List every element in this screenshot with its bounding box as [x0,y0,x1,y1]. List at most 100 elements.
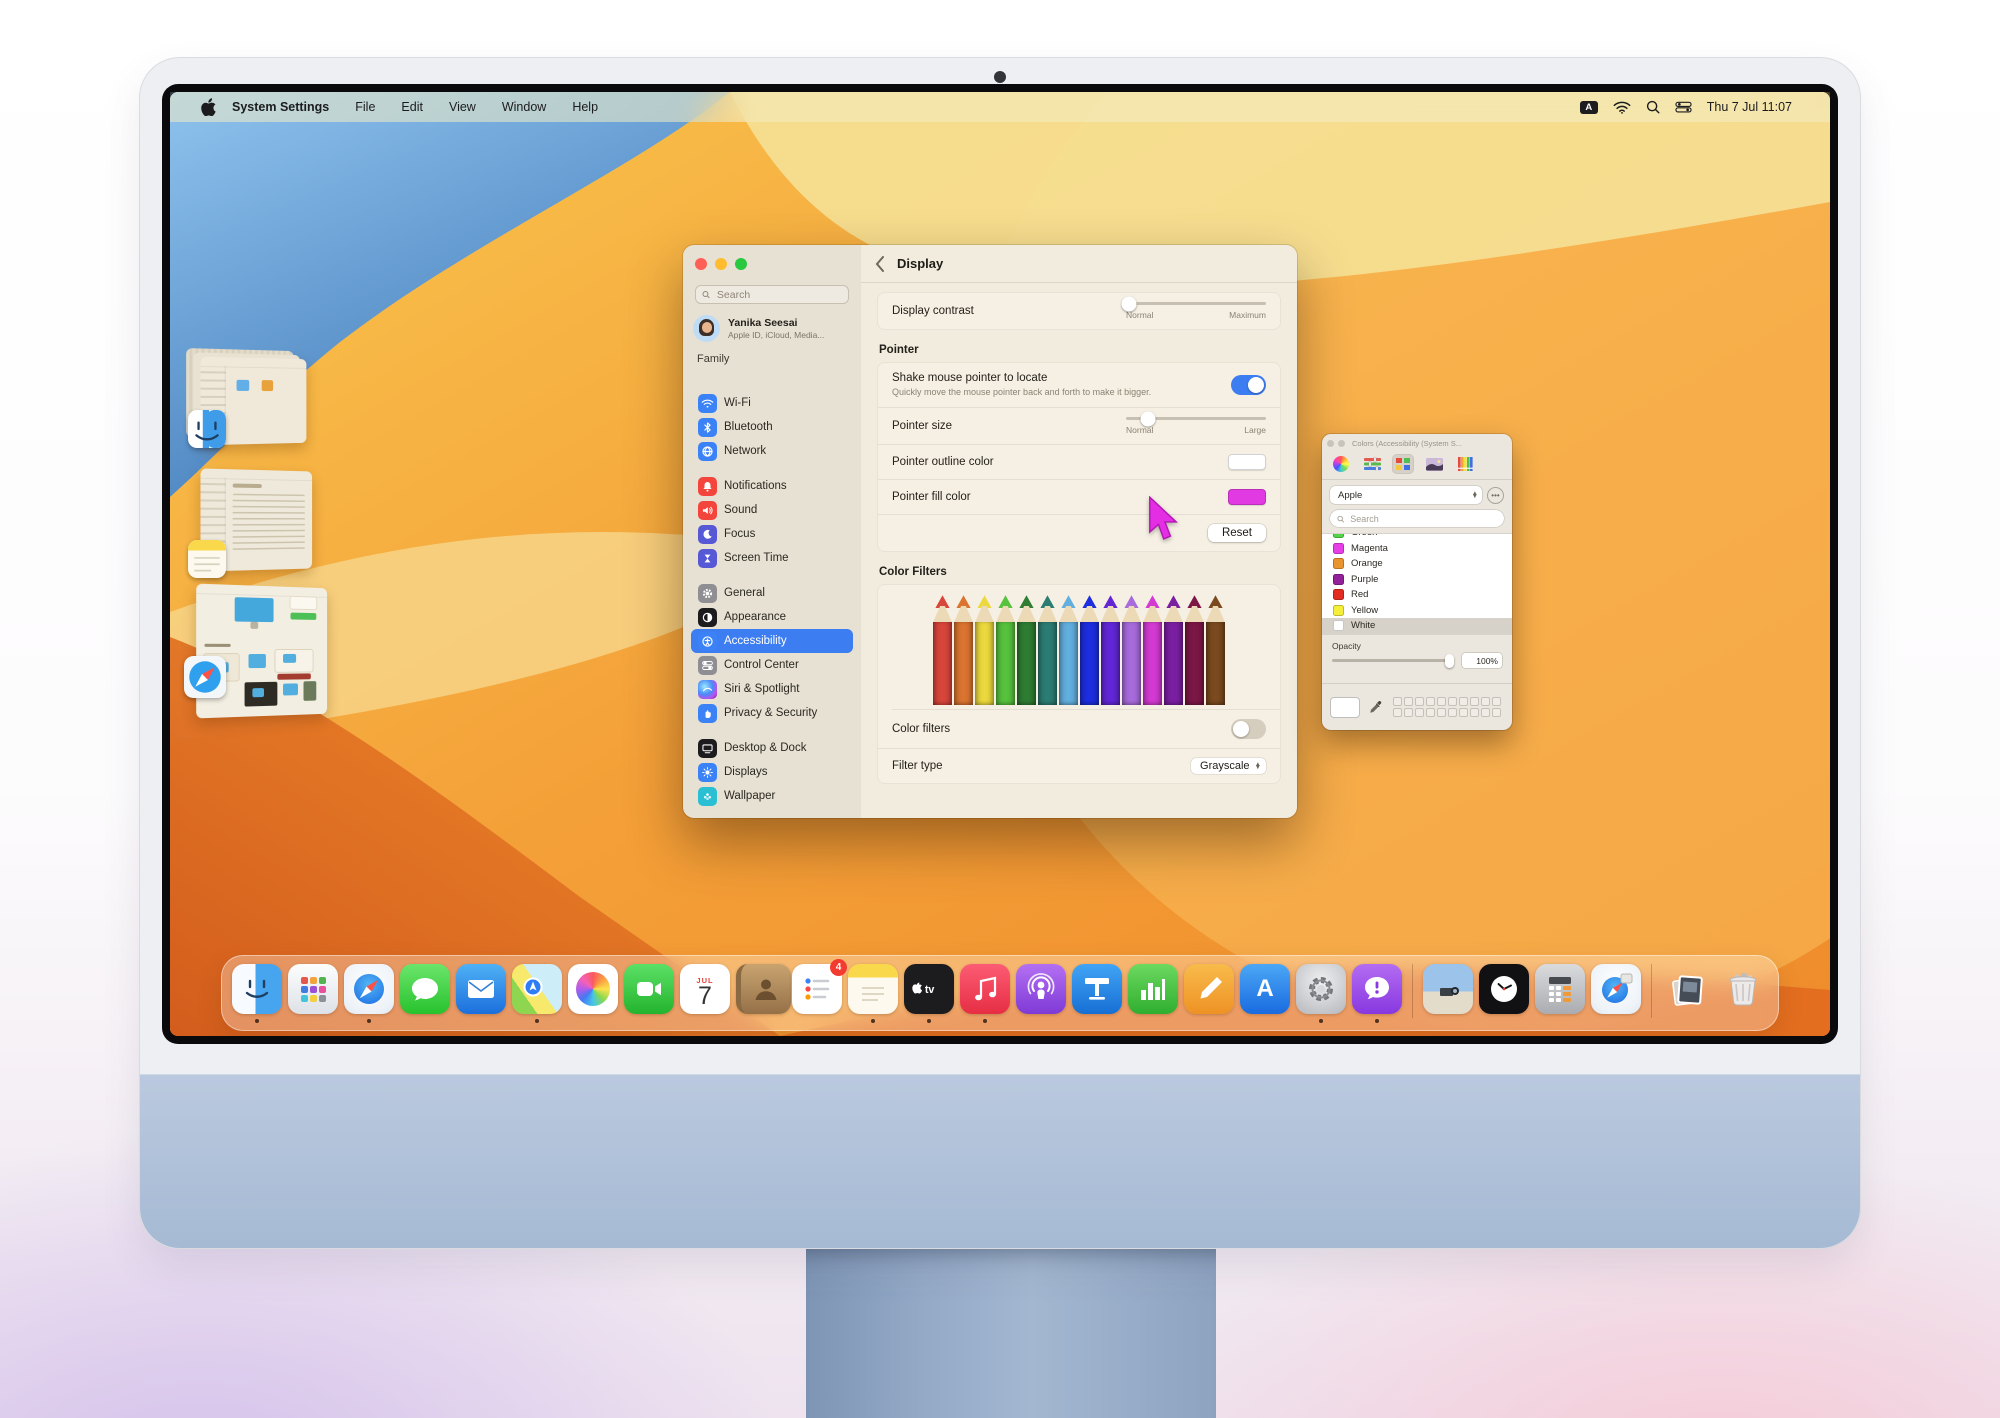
dock-podcasts[interactable] [1016,964,1066,1022]
dock-settings[interactable] [1296,964,1346,1022]
sidebar-item-sound[interactable]: Sound [691,498,853,522]
dock-safari-window[interactable] [1591,964,1641,1022]
sidebar-item-siri[interactable]: Siri & Spotlight [691,677,853,701]
empty-swatch-cell[interactable] [1404,697,1413,706]
display-contrast-slider[interactable]: NormalMaximum [1126,302,1266,320]
minimize-button[interactable] [1338,440,1345,447]
empty-swatch-cell[interactable] [1393,708,1402,717]
empty-swatch-cell[interactable] [1415,697,1424,706]
color-row-yellow[interactable]: Yellow [1322,603,1512,619]
empty-swatch-cell[interactable] [1459,697,1468,706]
sidebar-item-desktop-dock[interactable]: Desktop & Dock [691,736,853,760]
empty-swatch-cell[interactable] [1459,708,1468,717]
color-row-white[interactable]: White [1322,618,1512,634]
apple-menu[interactable] [200,98,216,117]
swatch-grid[interactable] [1393,697,1501,717]
empty-swatch-cell[interactable] [1492,697,1501,706]
menu-file[interactable]: File [342,100,388,114]
color-row-magenta[interactable]: Magenta [1322,541,1512,557]
dock-facetime[interactable] [624,964,674,1022]
dock-calculator[interactable] [1535,964,1585,1022]
dock-mail[interactable] [456,964,506,1022]
color-row-red[interactable]: Red [1322,587,1512,603]
dock-music[interactable] [960,964,1010,1022]
current-color-well[interactable] [1330,697,1360,718]
close-button[interactable] [695,258,707,270]
zoom-button[interactable] [735,258,747,270]
close-button[interactable] [1327,440,1334,447]
sidebar-item-wallpaper[interactable]: Wallpaper [691,784,853,808]
settings-search-field[interactable] [695,285,849,304]
dock-reminders[interactable]: 4 [792,964,842,1022]
empty-swatch-cell[interactable] [1448,697,1457,706]
dock-keynote[interactable] [1072,964,1122,1022]
empty-swatch-cell[interactable] [1404,708,1413,717]
empty-swatch-cell[interactable] [1492,708,1501,717]
search-input[interactable] [1348,513,1497,525]
sidebar-item-appearance[interactable]: Appearance [691,605,853,629]
sidebar-item-family[interactable]: Family [697,353,729,365]
sidebar-item-control-center[interactable]: Control Center [691,653,853,677]
color-wheel-icon[interactable] [1330,454,1352,474]
menu-help[interactable]: Help [559,100,611,114]
sidebar-item-accessibility[interactable]: Accessibility [691,629,853,653]
spotlight-icon[interactable] [1646,100,1660,114]
sidebar-item-focus[interactable]: Focus [691,522,853,546]
pointer-fill-swatch[interactable] [1228,489,1266,505]
wifi-icon[interactable] [1613,101,1631,114]
dock-numbers[interactable] [1128,964,1178,1022]
color-row-purple[interactable]: Purple [1322,572,1512,588]
empty-swatch-cell[interactable] [1437,697,1446,706]
sidebar-item-network[interactable]: Network [691,439,853,463]
dock-safari[interactable] [344,964,394,1022]
sidebar-item-bluetooth[interactable]: Bluetooth [691,415,853,439]
menu-view[interactable]: View [436,100,489,114]
dock-stack[interactable] [1662,964,1712,1022]
dock-pages[interactable] [1184,964,1234,1022]
image-palettes-icon[interactable] [1423,454,1445,474]
dock-calendar[interactable]: JUL7 [680,964,730,1022]
pointer-size-slider[interactable]: NormalLarge [1126,417,1266,435]
dock-notes[interactable] [848,964,898,1022]
empty-swatch-cell[interactable] [1470,708,1479,717]
dock-trash[interactable] [1718,964,1768,1022]
sidebar-item-general[interactable]: General [691,581,853,605]
sidebar-item-screen-time[interactable]: Screen Time [691,546,853,570]
dock-appstore[interactable]: A [1240,964,1290,1022]
sidebar-item-wifi[interactable]: Wi-Fi [691,391,853,415]
dock-clock[interactable] [1479,964,1529,1022]
sidebar-item-displays[interactable]: Displays [691,760,853,784]
empty-swatch-cell[interactable] [1393,697,1402,706]
color-sliders-icon[interactable] [1361,454,1383,474]
color-filters-toggle[interactable] [1231,719,1266,739]
window-preview-safari[interactable] [196,584,327,719]
sidebar-item-notifications[interactable]: Notifications [691,474,853,498]
menu-clock[interactable]: Thu 7 Jul 11:07 [1707,100,1792,114]
colors-search-field[interactable] [1330,510,1504,527]
dock-messages[interactable] [400,964,450,1022]
sidebar-item-privacy[interactable]: Privacy & Security [691,701,853,725]
empty-swatch-cell[interactable] [1426,708,1435,717]
opacity-slider[interactable] [1332,659,1454,662]
pencils-palette-icon[interactable] [1454,454,1476,474]
empty-swatch-cell[interactable] [1426,697,1435,706]
back-button[interactable] [875,256,885,272]
palette-options-button[interactable]: ••• [1487,487,1504,504]
control-center-icon[interactable] [1675,101,1692,113]
pointer-outline-swatch[interactable] [1228,454,1266,470]
eyedropper-icon[interactable] [1368,700,1383,715]
shake-toggle[interactable] [1231,375,1266,395]
empty-swatch-cell[interactable] [1470,697,1479,706]
empty-swatch-cell[interactable] [1481,708,1490,717]
dock-feedback[interactable] [1352,964,1402,1022]
profile-row[interactable]: Yanika Seesai Apple ID, iCloud, Media... [693,315,824,342]
dock-tv[interactable]: tv [904,964,954,1022]
color-row-orange[interactable]: Orange [1322,556,1512,572]
dock-contacts[interactable] [736,964,786,1022]
palette-select[interactable]: Apple ▲▼ [1330,486,1482,504]
dock-window-thumb[interactable] [1423,964,1473,1022]
minimize-button[interactable] [715,258,727,270]
dock-maps[interactable] [512,964,562,1022]
dock-photos[interactable] [568,964,618,1022]
reset-button[interactable]: Reset [1208,524,1266,542]
